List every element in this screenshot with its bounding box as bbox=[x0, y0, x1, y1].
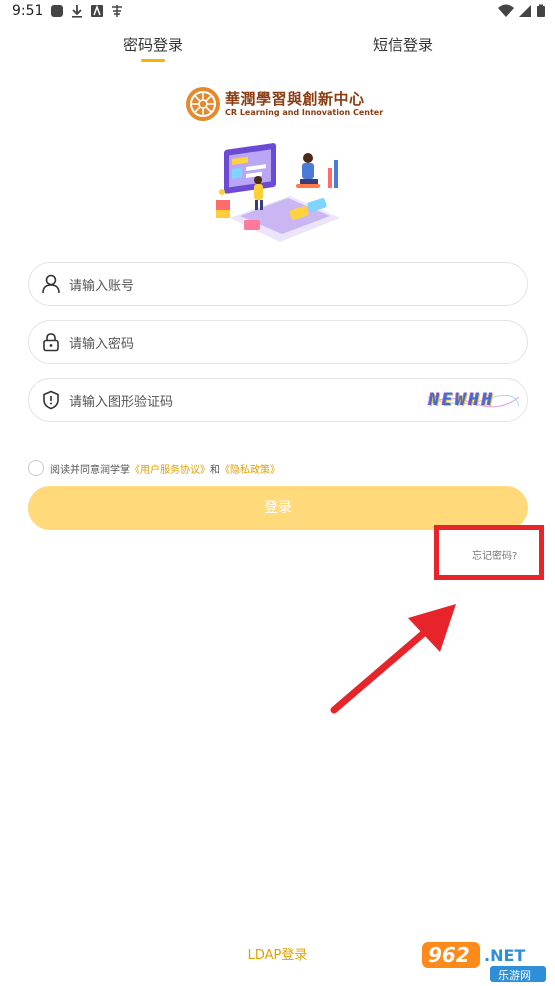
login-tabs: 密码登录 短信登录 bbox=[0, 26, 555, 66]
shield-icon bbox=[43, 390, 59, 410]
agreement-conj: 和 bbox=[210, 465, 220, 476]
account-placeholder: 请输入账号 bbox=[69, 279, 135, 294]
status-bar: 9:51 bbox=[0, 0, 555, 24]
captcha-image[interactable]: NEWHH bbox=[427, 389, 519, 413]
apk-icon bbox=[91, 4, 103, 17]
lock-icon bbox=[43, 333, 59, 352]
captcha-field[interactable]: 请输入图形验证码 NEWHH bbox=[28, 378, 528, 422]
brand-title: 華潤學習與創新中心 bbox=[225, 90, 365, 108]
watermark-number: 962 bbox=[428, 943, 470, 967]
account-field[interactable]: 请输入账号 bbox=[28, 262, 528, 306]
password-placeholder: 请输入密码 bbox=[69, 337, 135, 352]
wifi-icon bbox=[498, 4, 514, 17]
user-icon bbox=[42, 274, 60, 294]
agreement-prefix: 阅读并同意润学掌 bbox=[50, 465, 130, 476]
signal-icon bbox=[519, 5, 531, 17]
annotation-arrow-icon bbox=[330, 604, 456, 714]
captcha-placeholder: 请输入图形验证码 bbox=[69, 395, 174, 410]
agreement-checkbox[interactable] bbox=[28, 460, 44, 476]
status-time: 9:51 bbox=[12, 3, 44, 19]
active-tab-indicator bbox=[141, 59, 165, 62]
brand-subtitle: CR Learning and Innovation Center bbox=[225, 108, 384, 117]
watermark-caption: 乐游网 bbox=[498, 969, 531, 982]
tab-sms-login[interactable]: 短信登录 bbox=[373, 34, 433, 55]
user-agreement-link[interactable]: 《用户服务协议》 bbox=[130, 465, 210, 476]
captcha-text: NEWHH bbox=[429, 390, 496, 410]
tab-password-login[interactable]: 密码登录 bbox=[123, 34, 183, 55]
highlight-box bbox=[434, 525, 544, 580]
site-watermark: 962 .NET 乐游网 bbox=[420, 940, 550, 984]
translate-icon bbox=[112, 5, 122, 17]
login-button[interactable]: 登录 bbox=[28, 486, 528, 530]
agreement-row: 阅读并同意润学掌《用户服务协议》和《隐私政策》 bbox=[28, 459, 528, 477]
battery-icon bbox=[537, 4, 545, 17]
app-notification-icon bbox=[51, 5, 63, 17]
privacy-policy-link[interactable]: 《隐私政策》 bbox=[220, 465, 280, 476]
download-icon bbox=[72, 5, 82, 18]
login-illustration bbox=[216, 143, 340, 242]
brand-emblem-icon bbox=[186, 87, 220, 121]
agreement-text: 阅读并同意润学掌《用户服务协议》和《隐私政策》 bbox=[50, 461, 280, 476]
brand-logo: 華潤學習與創新中心 CR Learning and Innovation Cen… bbox=[185, 84, 385, 124]
watermark-suffix: .NET bbox=[484, 946, 526, 965]
password-field[interactable]: 请输入密码 bbox=[28, 320, 528, 364]
